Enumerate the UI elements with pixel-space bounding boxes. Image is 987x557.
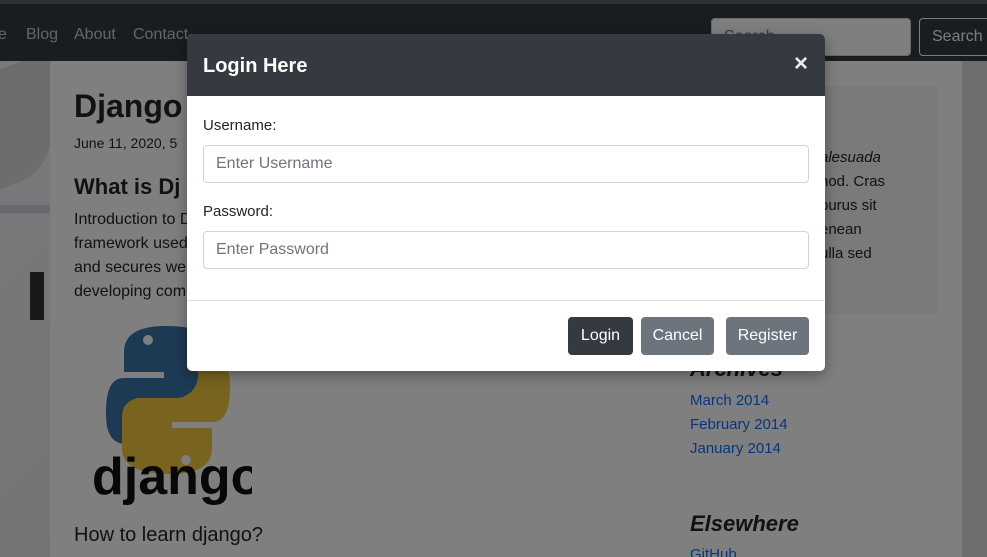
login-button[interactable]: Login bbox=[568, 317, 633, 355]
close-icon[interactable]: × bbox=[790, 50, 812, 78]
modal-title: Login Here bbox=[203, 55, 308, 77]
password-label: Password: bbox=[203, 203, 274, 220]
username-input[interactable] bbox=[203, 145, 809, 183]
modal-footer-divider bbox=[187, 300, 825, 301]
password-input[interactable] bbox=[203, 231, 809, 269]
login-modal: Login Here × Username: Password: Login C… bbox=[187, 34, 825, 371]
username-label: Username: bbox=[203, 117, 277, 134]
cancel-button[interactable]: Cancel bbox=[641, 317, 714, 355]
modal-header: Login Here × bbox=[187, 34, 825, 96]
register-button[interactable]: Register bbox=[726, 317, 809, 355]
